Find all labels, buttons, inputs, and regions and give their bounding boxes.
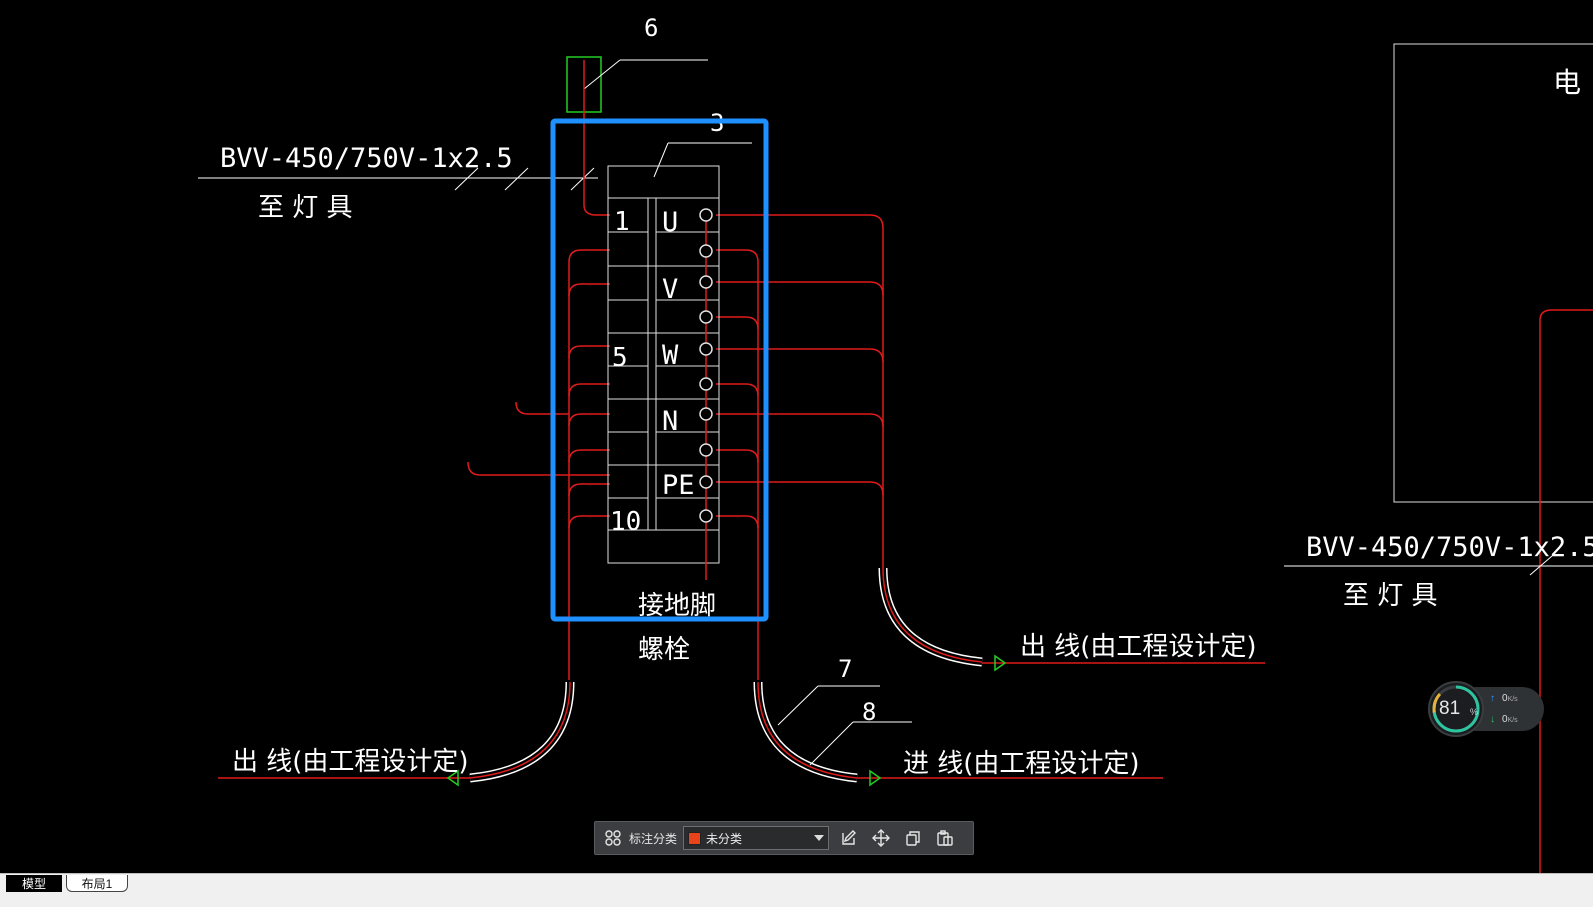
cable-spec-right: BVV-450/750V-1x2.5 [1306, 532, 1593, 563]
terminal-label-1: 1 [614, 207, 630, 237]
move-icon[interactable] [869, 826, 893, 850]
ground-bolt-label-2: 螺栓 [638, 635, 690, 665]
wires-left [467, 249, 610, 680]
edit-icon[interactable] [837, 826, 861, 850]
tick-mark [570, 167, 595, 191]
tab-model[interactable]: 模型 [6, 875, 62, 892]
terminal-label-5: 5 [612, 343, 628, 373]
category-dropdown[interactable]: 未分类 [683, 826, 830, 850]
leader-6 [583, 59, 621, 90]
layout-tab-bar: 模型 布局1 [0, 873, 1593, 907]
wires-right [716, 214, 884, 680]
outgoing-left-label: 出 线(由工程设计定) [232, 747, 469, 777]
wire-top-feed [583, 60, 610, 216]
leader-3 [653, 142, 669, 178]
selection-highlight[interactable] [550, 118, 769, 622]
callout-7: 7 [838, 655, 852, 683]
phase-v: V [662, 274, 678, 305]
phase-w: W [662, 340, 679, 371]
annotation-toolbar: 标注分类 未分类 [594, 821, 974, 855]
cpu-unit: % [1470, 707, 1479, 717]
download-unit: K/s [1507, 717, 1518, 724]
category-selected-value: 未分类 [706, 831, 743, 846]
terminal-label-10: 10 [610, 507, 641, 537]
chevron-down-icon [814, 835, 825, 841]
cpu-percent: 81 [1439, 698, 1461, 719]
upload-unit: K/s [1507, 696, 1518, 703]
phase-n: N [662, 406, 678, 437]
category-label: 标注分类 [629, 831, 678, 846]
leader-8 [809, 721, 854, 766]
tab-layout1[interactable]: 布局1 [66, 875, 128, 892]
leader-7 [777, 685, 819, 726]
upload-arrow-icon: ↑ [1490, 693, 1495, 704]
phase-pe: PE [662, 470, 695, 501]
drawing-canvas[interactable]: 电 BVV-450/750V-1x2.5 至 灯 具 6 3 1 5 10 U … [0, 0, 1593, 886]
copy-icon[interactable] [901, 826, 925, 850]
to-fixture-left: 至 灯 具 [258, 193, 353, 223]
phase-u: U [662, 207, 678, 238]
upload-speed: ↑ 0K/s [1490, 693, 1518, 704]
download-speed: ↓ 0K/s [1490, 714, 1518, 725]
conduit-bend-left [469, 681, 575, 783]
system-monitor-widget[interactable]: 81 % ↑ 0K/s ↓ 0K/s [1428, 681, 1544, 737]
download-arrow-icon: ↓ [1490, 714, 1495, 725]
wire-right-edge [1539, 309, 1593, 886]
cpu-gauge: 81 % [1428, 681, 1484, 737]
partial-label-right: 电 [1553, 66, 1581, 99]
to-fixture-right: 至 灯 具 [1343, 581, 1438, 611]
callout-6: 6 [644, 14, 658, 42]
outgoing-right-label: 出 线(由工程设计定) [1020, 632, 1257, 662]
cable-spec-left: BVV-450/750V-1x2.5 [220, 143, 513, 174]
incoming-label: 进 线(由工程设计定) [903, 749, 1140, 779]
category-color-swatch [688, 831, 702, 845]
paste-icon[interactable] [933, 826, 957, 850]
conduit-bend-right [878, 567, 983, 667]
grid-icon[interactable] [601, 826, 625, 850]
panel-outline-right [1393, 43, 1593, 503]
callout-8: 8 [862, 698, 876, 726]
